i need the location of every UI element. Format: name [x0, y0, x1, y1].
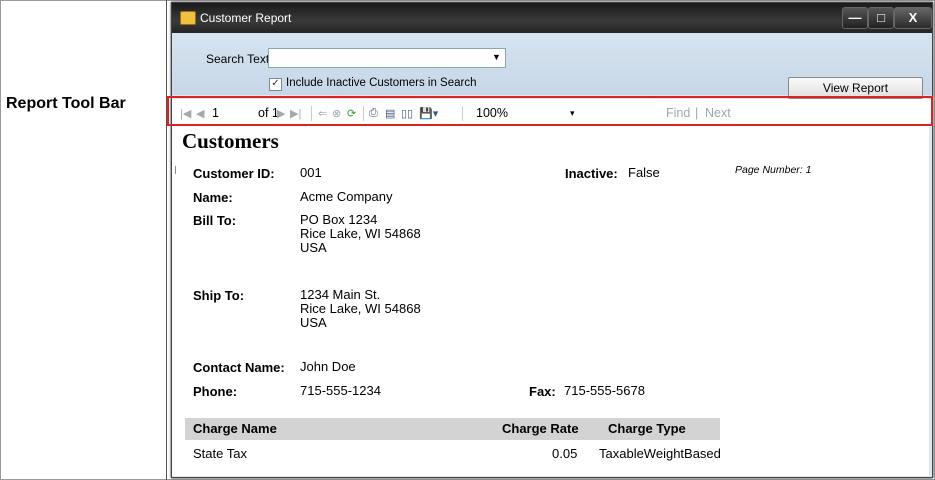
search-text-input[interactable]: [268, 48, 506, 68]
charge-name-header: Charge Name: [193, 421, 277, 436]
inactive-label: Inactive:: [565, 166, 618, 181]
search-text-label: Search Text: [206, 52, 270, 66]
name-value: Acme Company: [300, 189, 393, 204]
customer-id-value: 001: [300, 165, 322, 180]
ship-to-line: Rice Lake, WI 54868: [300, 301, 421, 316]
bill-to-line: USA: [300, 240, 327, 255]
include-inactive-label: Include Inactive Customers in Search: [286, 77, 477, 89]
contact-name-value: John Doe: [300, 359, 356, 374]
toolbar-highlight-box: [167, 96, 933, 126]
include-inactive-checkbox[interactable]: ✓: [269, 78, 282, 91]
charge-type-cell: TaxableWeightBased: [599, 446, 721, 461]
charge-name-cell: State Tax: [193, 446, 247, 461]
maximize-button[interactable]: □: [868, 7, 894, 29]
ship-to-label: Ship To:: [193, 288, 245, 303]
name-label: Name:: [193, 190, 233, 205]
bill-to-line: Rice Lake, WI 54868: [300, 226, 421, 241]
minimize-button[interactable]: —: [842, 7, 868, 29]
report-title: Customers: [182, 129, 279, 153]
customer-id-label: Customer ID:: [193, 166, 275, 181]
contact-name-label: Contact Name:: [193, 360, 285, 375]
bill-to-line: PO Box 1234: [300, 212, 378, 227]
fax-value: 715-555-5678: [564, 383, 645, 398]
window-title: Customer Report: [200, 11, 292, 25]
search-panel: Search Text ▼ ✓ Include Inactive Custome…: [172, 33, 932, 99]
fax-label: Fax:: [529, 384, 556, 399]
app-icon: [180, 11, 196, 25]
callout-label: Report Tool Bar: [6, 95, 126, 112]
ship-to-line: 1234 Main St.: [300, 287, 381, 302]
phone-label: Phone:: [193, 384, 238, 399]
title-bar[interactable]: Customer Report — □ X: [172, 3, 932, 33]
charges-header-row: Charge Name Charge Rate Charge Type: [185, 418, 720, 440]
charge-rate-cell: 0.05: [552, 446, 578, 461]
bill-to-label: Bill To:: [193, 213, 237, 228]
page-number: Page Number: 1: [735, 164, 812, 176]
charge-rate-header: Charge Rate: [502, 421, 579, 436]
charge-type-header: Charge Type: [608, 421, 686, 436]
close-button[interactable]: X: [894, 7, 932, 29]
chevron-down-icon[interactable]: ▼: [492, 52, 501, 62]
divider-line: [166, 0, 167, 480]
phone-value: 715-555-1234: [300, 383, 381, 398]
report-content: Customers Customer ID: 001 Inactive: Fal…: [172, 126, 929, 476]
ship-to-line: USA: [300, 315, 327, 330]
inactive-value: False: [628, 165, 660, 180]
margin-marker: [175, 166, 176, 174]
